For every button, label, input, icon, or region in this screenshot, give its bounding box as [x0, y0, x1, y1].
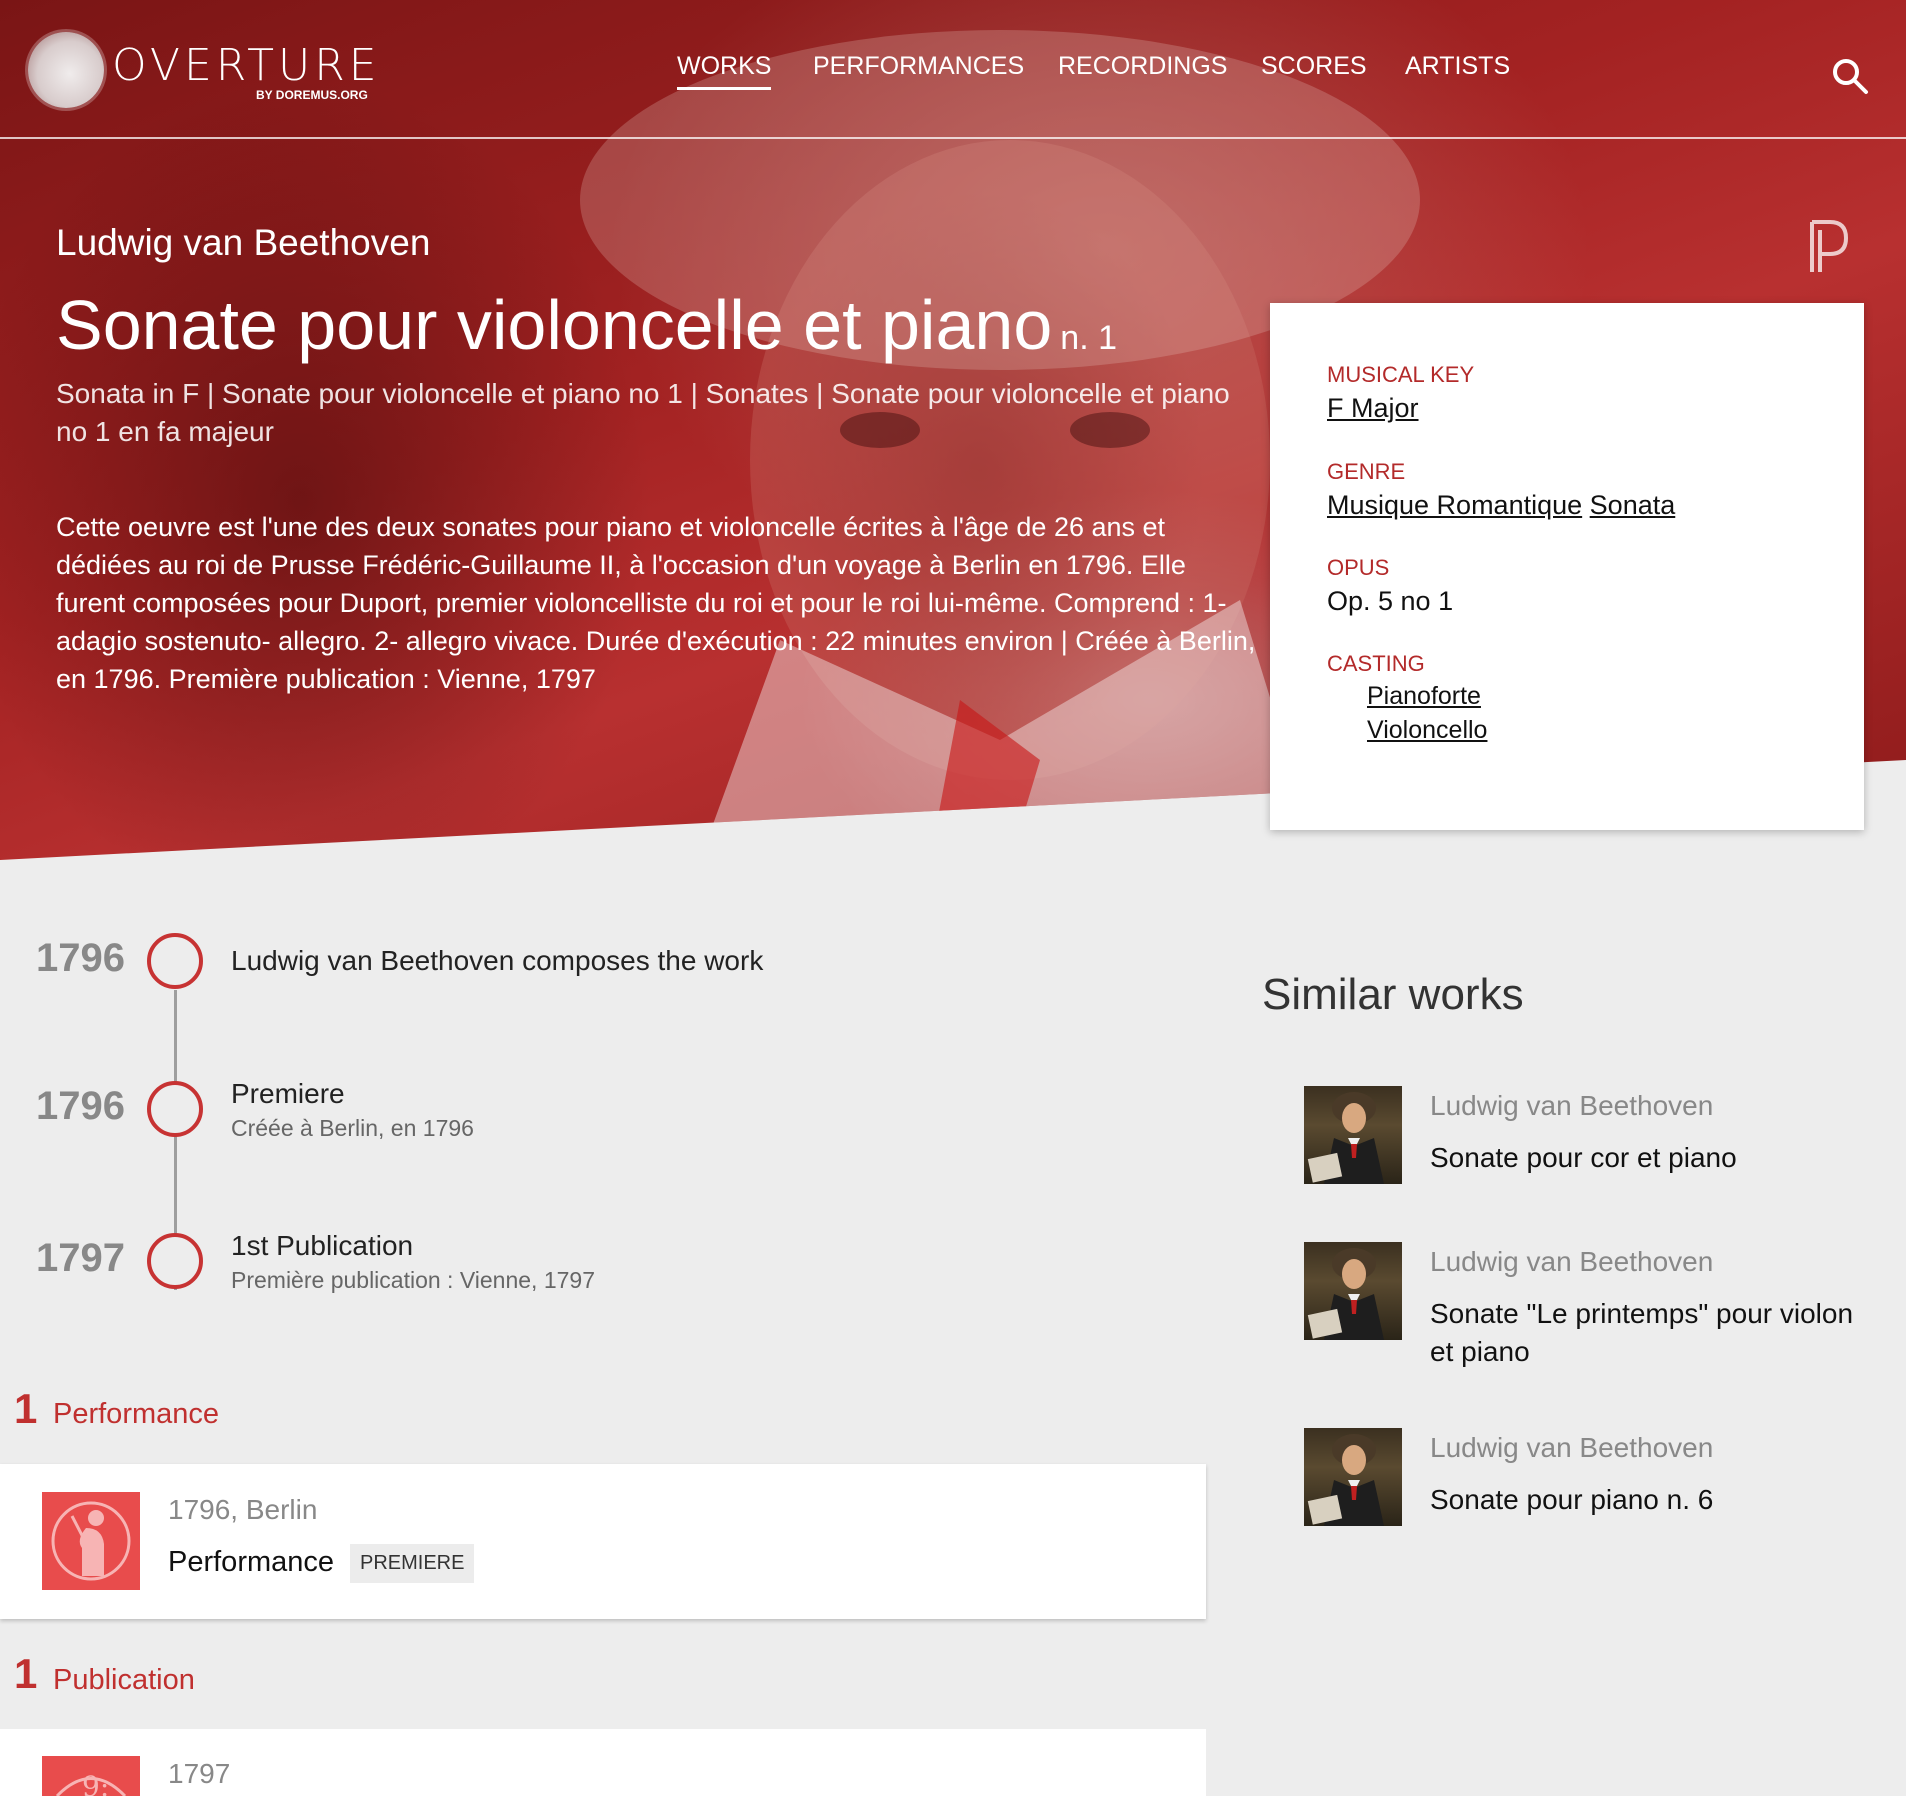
publication-count: 1: [14, 1650, 38, 1697]
similar-work-composer: Ludwig van Beethoven: [1430, 1432, 1714, 1463]
work-title-text: Sonate pour violoncelle et piano: [56, 286, 1053, 364]
nav-scores[interactable]: SCORES: [1261, 52, 1367, 81]
search-icon[interactable]: [1830, 56, 1870, 96]
timeline-event-subtitle: Première publication : Vienne, 1797: [231, 1267, 595, 1293]
similar-works-heading: Similar works: [1262, 970, 1524, 1019]
timeline-year: 1797: [36, 1236, 125, 1280]
similar-work-thumbnail[interactable]: [1304, 1428, 1402, 1526]
timeline-year: 1796: [36, 1084, 125, 1128]
alternative-titles: Sonata in F | Sonate pour violoncelle et…: [56, 378, 1230, 447]
work-number: n. 1: [1060, 319, 1117, 357]
nav-recordings[interactable]: RECORDINGS: [1058, 52, 1227, 81]
opus-label: OPUS: [1327, 555, 1390, 580]
casting-item-violoncello[interactable]: Violoncello: [1367, 716, 1487, 745]
timeline-marker: [147, 933, 203, 989]
nav-performances[interactable]: PERFORMANCES: [813, 52, 1024, 81]
beethoven-portrait-image: [1307, 1248, 1384, 1340]
logo-text[interactable]: OVERTURE: [112, 40, 381, 91]
performance-title[interactable]: Performance: [168, 1546, 334, 1579]
top-navigation-bar: OVERTURE BY DOREMUS.ORG WORKS PERFORMANC…: [0, 0, 1906, 139]
performance-thumbnail: [42, 1492, 140, 1590]
logo-icon[interactable]: [28, 32, 104, 108]
performance-meta: 1796, Berlin: [168, 1494, 318, 1525]
cellist-icon: [51, 1501, 131, 1581]
timeline-event-title: 1st Publication: [231, 1230, 414, 1261]
casting-item-pianoforte[interactable]: Pianoforte: [1367, 682, 1481, 711]
timeline-event-title: Ludwig van Beethoven composes the work: [231, 945, 764, 976]
timeline-marker: [147, 1233, 203, 1289]
timeline-event-title: Premiere: [231, 1078, 345, 1109]
musical-key-label: MUSICAL KEY: [1327, 362, 1475, 387]
nav-artists[interactable]: ARTISTS: [1405, 52, 1510, 81]
similar-work-composer: Ludwig van Beethoven: [1430, 1090, 1714, 1121]
musical-key-link[interactable]: F Major: [1327, 393, 1419, 423]
similar-work-title[interactable]: Sonate pour piano n. 6: [1430, 1481, 1870, 1519]
svg-text:9:: 9:: [82, 1770, 109, 1796]
publication-meta: 1797: [168, 1758, 231, 1789]
logo-subtitle: BY DOREMUS.ORG: [256, 88, 368, 102]
publication-card[interactable]: 9: 1797: [0, 1729, 1206, 1796]
similar-work-title[interactable]: Sonate "Le printemps" pour violon et pia…: [1430, 1295, 1870, 1371]
timeline-year: 1796: [36, 936, 125, 980]
opus-value: Op. 5 no 1: [1327, 586, 1454, 616]
work-title: Sonate pour violoncelle et piano n. 1: [56, 285, 1117, 365]
similar-work-title[interactable]: Sonate pour cor et piano: [1430, 1139, 1870, 1177]
beethoven-portrait-image: [1307, 1092, 1384, 1184]
publication-section-label: Publication: [53, 1664, 195, 1696]
work-description: Cette oeuvre est l'une des deux sonates …: [56, 512, 1256, 694]
premiere-badge: PREMIERE: [350, 1544, 475, 1583]
genre-link-sonata[interactable]: Sonata: [1590, 490, 1676, 520]
casting-label: CASTING: [1327, 651, 1425, 676]
timeline-marker: [147, 1081, 203, 1137]
musical-key-value: F Major: [1327, 393, 1419, 424]
score-icon: 9:: [55, 1770, 127, 1796]
source-logo-icon[interactable]: [1806, 218, 1850, 276]
publication-thumbnail: 9:: [42, 1756, 140, 1796]
similar-work-thumbnail[interactable]: [1304, 1242, 1402, 1340]
similar-work-composer: Ludwig van Beethoven: [1430, 1246, 1714, 1277]
similar-work-thumbnail[interactable]: [1304, 1086, 1402, 1184]
performance-section-label: Performance: [53, 1398, 220, 1430]
composer-name[interactable]: Ludwig van Beethoven: [56, 222, 430, 264]
work-info-card: MUSICAL KEY F Major GENRE Musique Romant…: [1270, 303, 1864, 830]
performance-count: 1: [14, 1385, 38, 1432]
timeline-event-subtitle: Créée à Berlin, en 1796: [231, 1115, 474, 1141]
genre-label: GENRE: [1327, 459, 1406, 484]
genre-link-romantic[interactable]: Musique Romantique: [1327, 490, 1582, 520]
nav-works[interactable]: WORKS: [677, 52, 772, 90]
beethoven-portrait-image: [1307, 1434, 1384, 1526]
performance-card[interactable]: 1796, Berlin Performance PREMIERE: [0, 1464, 1206, 1619]
genre-values: Musique Romantique Sonata: [1327, 490, 1675, 521]
